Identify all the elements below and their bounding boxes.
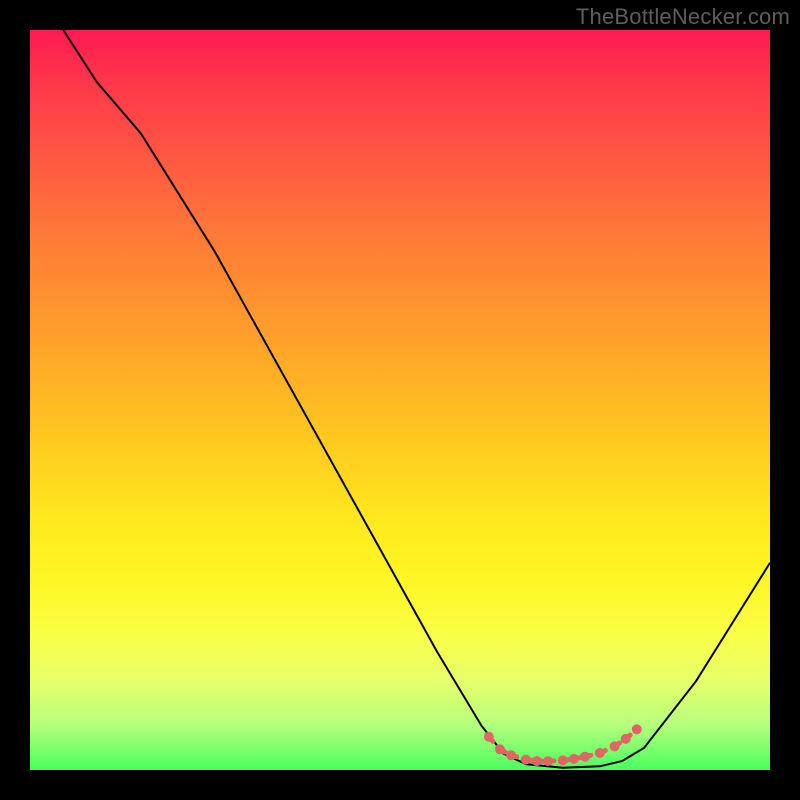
marker-dot	[506, 750, 516, 760]
marker-dot	[558, 755, 568, 765]
marker-dot	[521, 755, 531, 765]
curve-overlay	[30, 30, 770, 770]
marker-dot	[610, 741, 620, 751]
marker-dot	[543, 756, 553, 766]
marker-dot	[632, 724, 642, 734]
marker-dot	[532, 756, 542, 766]
marker-dot	[484, 732, 494, 742]
marker-dot	[580, 752, 590, 762]
marker-dot	[595, 748, 605, 758]
marker-dot	[569, 754, 579, 764]
attribution-watermark: TheBottleNecker.com	[576, 4, 790, 30]
plot-area	[30, 30, 770, 770]
flat-zone-markers	[484, 724, 642, 766]
main-curve	[63, 30, 770, 768]
marker-dot	[495, 744, 505, 754]
marker-dot	[621, 734, 631, 744]
chart-container: TheBottleNecker.com	[0, 0, 800, 800]
